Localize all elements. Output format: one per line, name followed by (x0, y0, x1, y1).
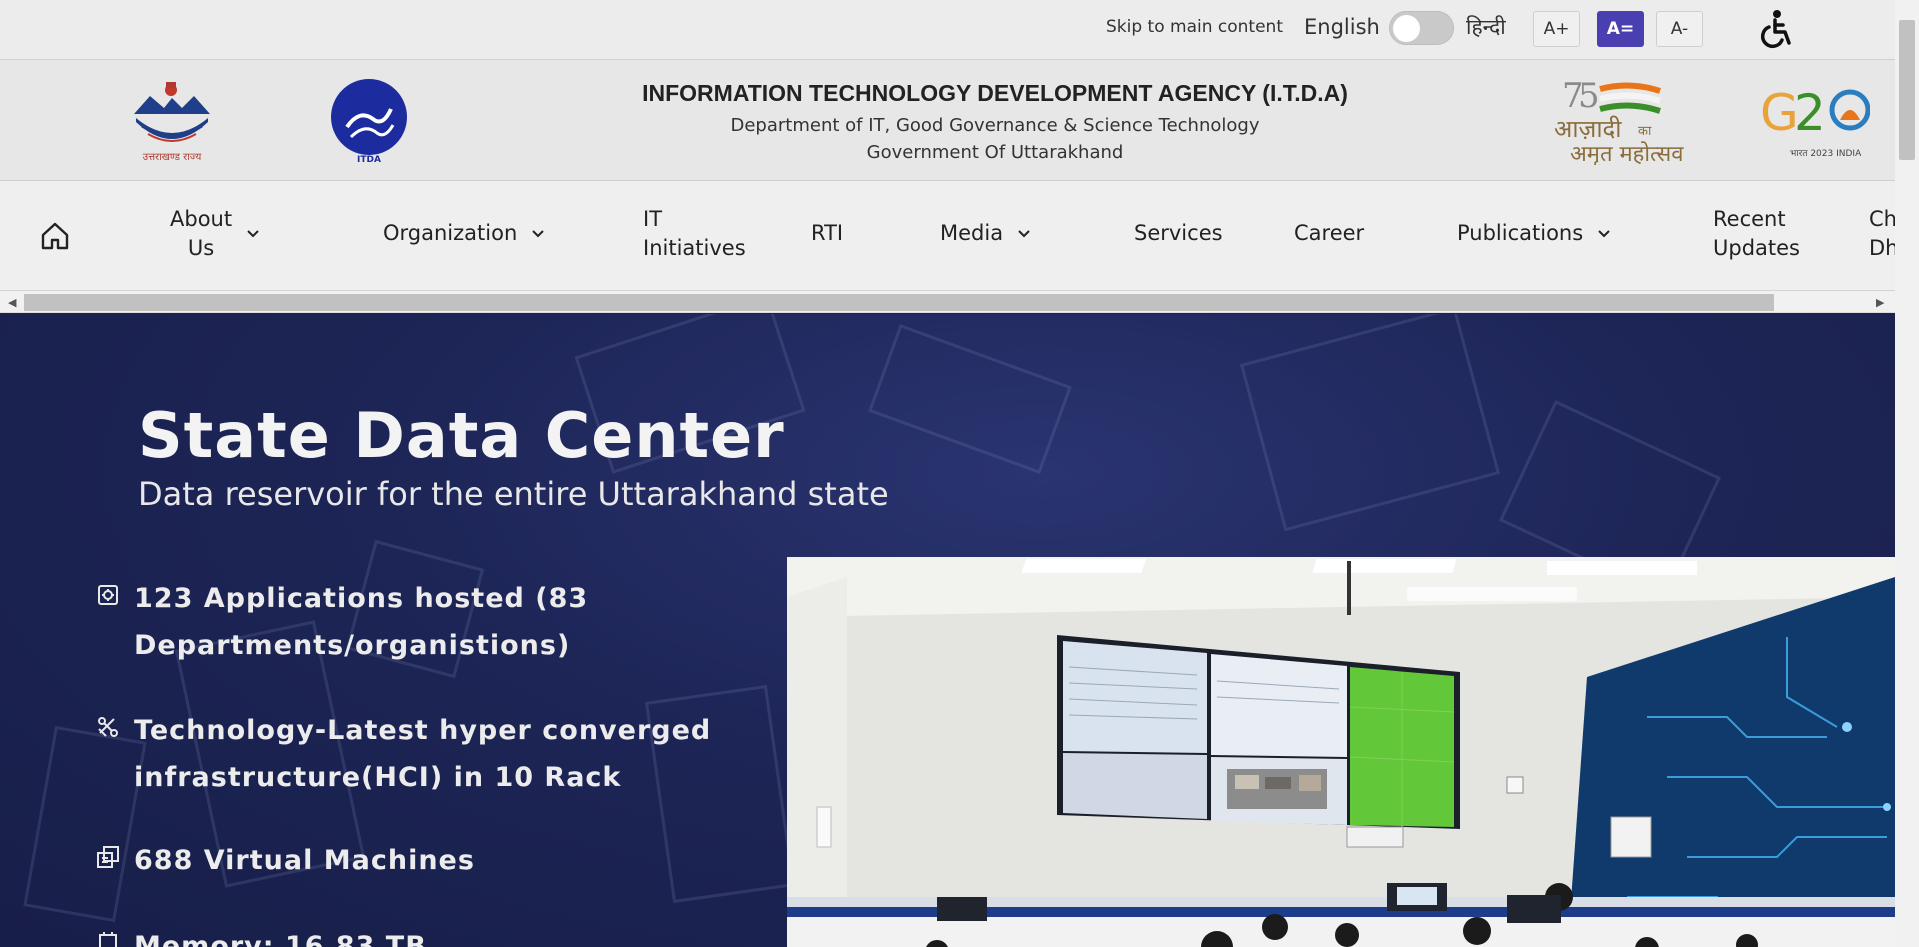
scroll-right-arrow-icon[interactable]: ▶ (1876, 296, 1884, 309)
feature-virtual-machines: 688 Virtual Machines (96, 837, 716, 884)
toggle-knob (1393, 15, 1420, 42)
main-navigation: About Us Organization IT Initiatives RTI… (0, 181, 1895, 291)
hero-title: State Data Center (138, 399, 785, 472)
nav-about-us[interactable]: About Us (170, 205, 260, 263)
g20-logo[interactable]: G 2 भारत 2023 INDIA (1760, 80, 1870, 162)
nav-services[interactable]: Services (1134, 219, 1223, 248)
chevron-down-icon (247, 230, 259, 238)
font-increase-button[interactable]: A+ (1533, 11, 1580, 47)
nav-organization[interactable]: Organization (383, 219, 545, 248)
nav-truncated-item[interactable]: Ch Dh (1869, 205, 1895, 263)
feature-technology-line-1: Technology-Latest hyper converged (134, 715, 712, 746)
page-vertical-scrollbar[interactable] (1895, 0, 1919, 947)
feature-applications-line-2: Departments/organistions) (134, 630, 571, 661)
nav-rti[interactable]: RTI (811, 219, 843, 248)
language-toggle[interactable] (1389, 11, 1454, 45)
feature-applications: 123 Applications hosted (83 Departments/… (96, 575, 716, 669)
horizontal-scroll-thumb[interactable] (24, 294, 1774, 311)
data-center-photo (787, 557, 1895, 947)
nav-about-us-label-2: Us (187, 236, 215, 260)
network-icon (98, 717, 118, 737)
nav-rti-label: RTI (811, 221, 844, 245)
nav-career-label: Career (1294, 221, 1365, 245)
top-utility-bar: Skip to main content English हिन्दी A+ A… (0, 0, 1895, 59)
svg-text:2: 2 (1794, 84, 1826, 142)
azadi-ka-amrit-mahotsav-logo[interactable]: 7 5 आज़ादी का अमृत महोत्सव (1550, 77, 1695, 165)
nav-organization-label: Organization (383, 221, 518, 245)
svg-text:G: G (1760, 84, 1799, 142)
chevron-down-icon (532, 229, 544, 237)
chevron-down-icon (1018, 229, 1030, 237)
nav-services-label: Services (1134, 221, 1223, 245)
nav-publications[interactable]: Publications (1457, 219, 1611, 248)
chevron-down-icon (1598, 229, 1610, 237)
nav-it-initiatives-label-2: Initiatives (643, 236, 746, 260)
government-subtitle: Government Of Uttarakhand (866, 142, 1124, 163)
svg-text:भारत 2023 INDIA: भारत 2023 INDIA (1790, 149, 1862, 159)
nav-career[interactable]: Career (1294, 219, 1364, 248)
hero-tagline: Data reservoir for the entire Uttarakhan… (138, 475, 889, 513)
nav-truncated-label-1: Ch (1869, 207, 1895, 231)
cpu-icon (98, 585, 118, 605)
svg-text:उत्तराखण्ड राज्य: उत्तराखण्ड राज्य (143, 152, 202, 163)
feature-technology: Technology-Latest hyper converged infras… (96, 707, 716, 801)
site-header: उत्तराखण्ड राज्य ITDA INFORMATION TECHNO… (0, 59, 1895, 181)
scroll-left-arrow-icon[interactable]: ◀ (8, 296, 16, 309)
nav-truncated-label-2: Dh (1869, 236, 1895, 260)
nav-recent-updates[interactable]: Recent Updates (1713, 205, 1800, 263)
language-hindi-label: हिन्दी (1466, 15, 1506, 39)
itda-logo[interactable]: ITDA (329, 79, 409, 163)
uttarakhand-logo[interactable]: उत्तराखण्ड राज्य (128, 78, 216, 164)
feature-applications-line-1: 123 Applications hosted (83 (134, 583, 589, 614)
agency-title: INFORMATION TECHNOLOGY DEVELOPMENT AGENC… (642, 80, 1348, 106)
nav-it-initiatives[interactable]: IT Initiatives (643, 205, 746, 263)
svg-text:का: का (1638, 124, 1652, 139)
skip-to-main-link[interactable]: Skip to main content (1106, 17, 1283, 37)
department-subtitle: Department of IT, Good Governance & Scie… (730, 115, 1260, 136)
hero-section: State Data Center Data reservoir for the… (0, 314, 1895, 947)
feature-technology-line-2: infrastructure(HCI) in 10 Rack (134, 762, 622, 793)
svg-text:अमृत महोत्सव: अमृत महोत्सव (1570, 141, 1684, 165)
nav-horizontal-scrollbar[interactable]: ◀ ▶ (0, 291, 1895, 313)
feature-memory-line-1: Memory: 16.83 TB (134, 931, 427, 947)
accessibility-icon[interactable] (1752, 7, 1796, 51)
feature-virtual-machines-line-1: 688 Virtual Machines (134, 845, 475, 876)
nav-media[interactable]: Media (940, 219, 1031, 248)
svg-text:ITDA: ITDA (357, 155, 381, 163)
svg-text:आज़ादी: आज़ादी (1554, 115, 1622, 143)
vm-icon (97, 846, 119, 868)
language-english-label: English (1304, 15, 1380, 39)
nav-recent-updates-label-1: Recent (1713, 207, 1786, 231)
nav-media-label: Media (940, 221, 1004, 245)
memory-icon (99, 932, 117, 947)
home-icon[interactable] (40, 221, 70, 251)
nav-about-us-label-1: About (170, 207, 233, 231)
font-decrease-button[interactable]: A- (1656, 11, 1703, 47)
nav-recent-updates-label-2: Updates (1713, 236, 1800, 260)
feature-memory: Memory: 16.83 TB (96, 923, 716, 947)
vertical-scroll-thumb[interactable] (1899, 20, 1915, 160)
nav-it-initiatives-label-1: IT (643, 207, 663, 231)
font-normal-button[interactable]: A= (1597, 11, 1644, 47)
svg-text:5: 5 (1578, 77, 1600, 116)
nav-publications-label: Publications (1457, 221, 1584, 245)
